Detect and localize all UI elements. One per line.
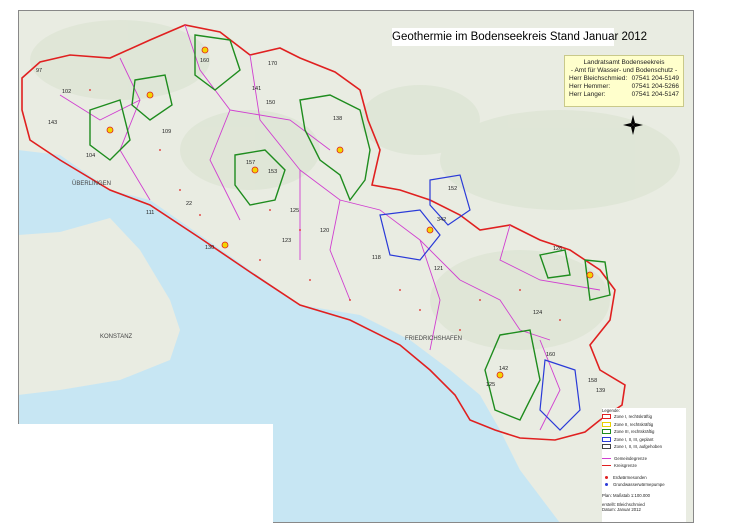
legend-label: Zone I, II, III, aufgehoben (614, 444, 663, 450)
contact-phone: 07541 204-5147 (631, 91, 679, 98)
borehole-dot (605, 475, 608, 479)
legend-label: Erdwärmesonden (613, 474, 647, 480)
contact-row: Herr Bleichschmied: 07541 204-5149 (569, 75, 679, 83)
contact-row: Herr Langer: 07541 204-5147 (569, 91, 679, 99)
legend-item-planned: Zone I, II, III, geplant (602, 436, 686, 444)
district-line (602, 465, 611, 467)
legend-item-zone-iii: Zone III, rechtskräftig (602, 428, 686, 436)
heatpump-dot (605, 483, 608, 487)
office-department: - Amt für Wasser- und Bodenschutz - (570, 67, 678, 74)
legend-item-revoked: Zone I, II, III, aufgehoben (602, 443, 686, 451)
map-title: Geothermie im Bodenseekreis Stand Januar… (392, 28, 647, 46)
contact-phone: 07541 204-5149 (631, 75, 679, 82)
legend-item-zone-i: Zone I, rechtskräftig (602, 413, 686, 421)
legend-date: Datum: Januar 2012 (602, 507, 641, 513)
contact-name: Herr Langer: (569, 91, 606, 98)
north-arrow-icon (623, 115, 643, 135)
legend-label: Gemeindegrenze (614, 455, 647, 461)
legend-label: Kreisgrenze (614, 463, 637, 469)
zone-iii-swatch (602, 429, 611, 435)
blank-area (18, 424, 273, 523)
zone-ii-swatch (602, 421, 611, 427)
contact-box: Landratsamt Bodenseekreis - Amt für Wass… (564, 55, 684, 107)
contact-row: Herr Hemmer: 07541 204-5266 (569, 83, 679, 91)
legend-item-zone-ii: Zone II, rechtskräftig (602, 421, 686, 429)
legend-item-heatpump: Grundwasserwärmepumpe (602, 481, 686, 489)
revoked-swatch (602, 444, 611, 450)
zone-i-swatch (602, 414, 611, 420)
legend-item-municipal: Gemeindegrenze (602, 455, 686, 463)
legend-item-district: Kreisgrenze (602, 462, 686, 470)
legend-label: Zone III, rechtskräftig (614, 429, 655, 435)
legend: Legende: Zone I, rechtskräftig Zone II, … (602, 408, 686, 522)
office-name: Landratsamt Bodenseekreis (583, 59, 665, 66)
planned-swatch (602, 436, 611, 442)
legend-item-boreholes: Erdwärmesonden (602, 474, 686, 482)
legend-label: Zone I, rechtskräftig (614, 414, 652, 420)
contact-name: Herr Hemmer: (569, 83, 611, 90)
contact-phone: 07541 204-5266 (631, 83, 679, 90)
municipal-line (602, 457, 611, 459)
legend-label: Zone II, rechtskräftig (614, 421, 654, 427)
contact-name: Herr Bleichschmied: (569, 75, 628, 82)
legend-label: Grundwasserwärmepumpe (613, 482, 665, 488)
legend-label: Zone I, II, III, geplant (614, 436, 654, 442)
